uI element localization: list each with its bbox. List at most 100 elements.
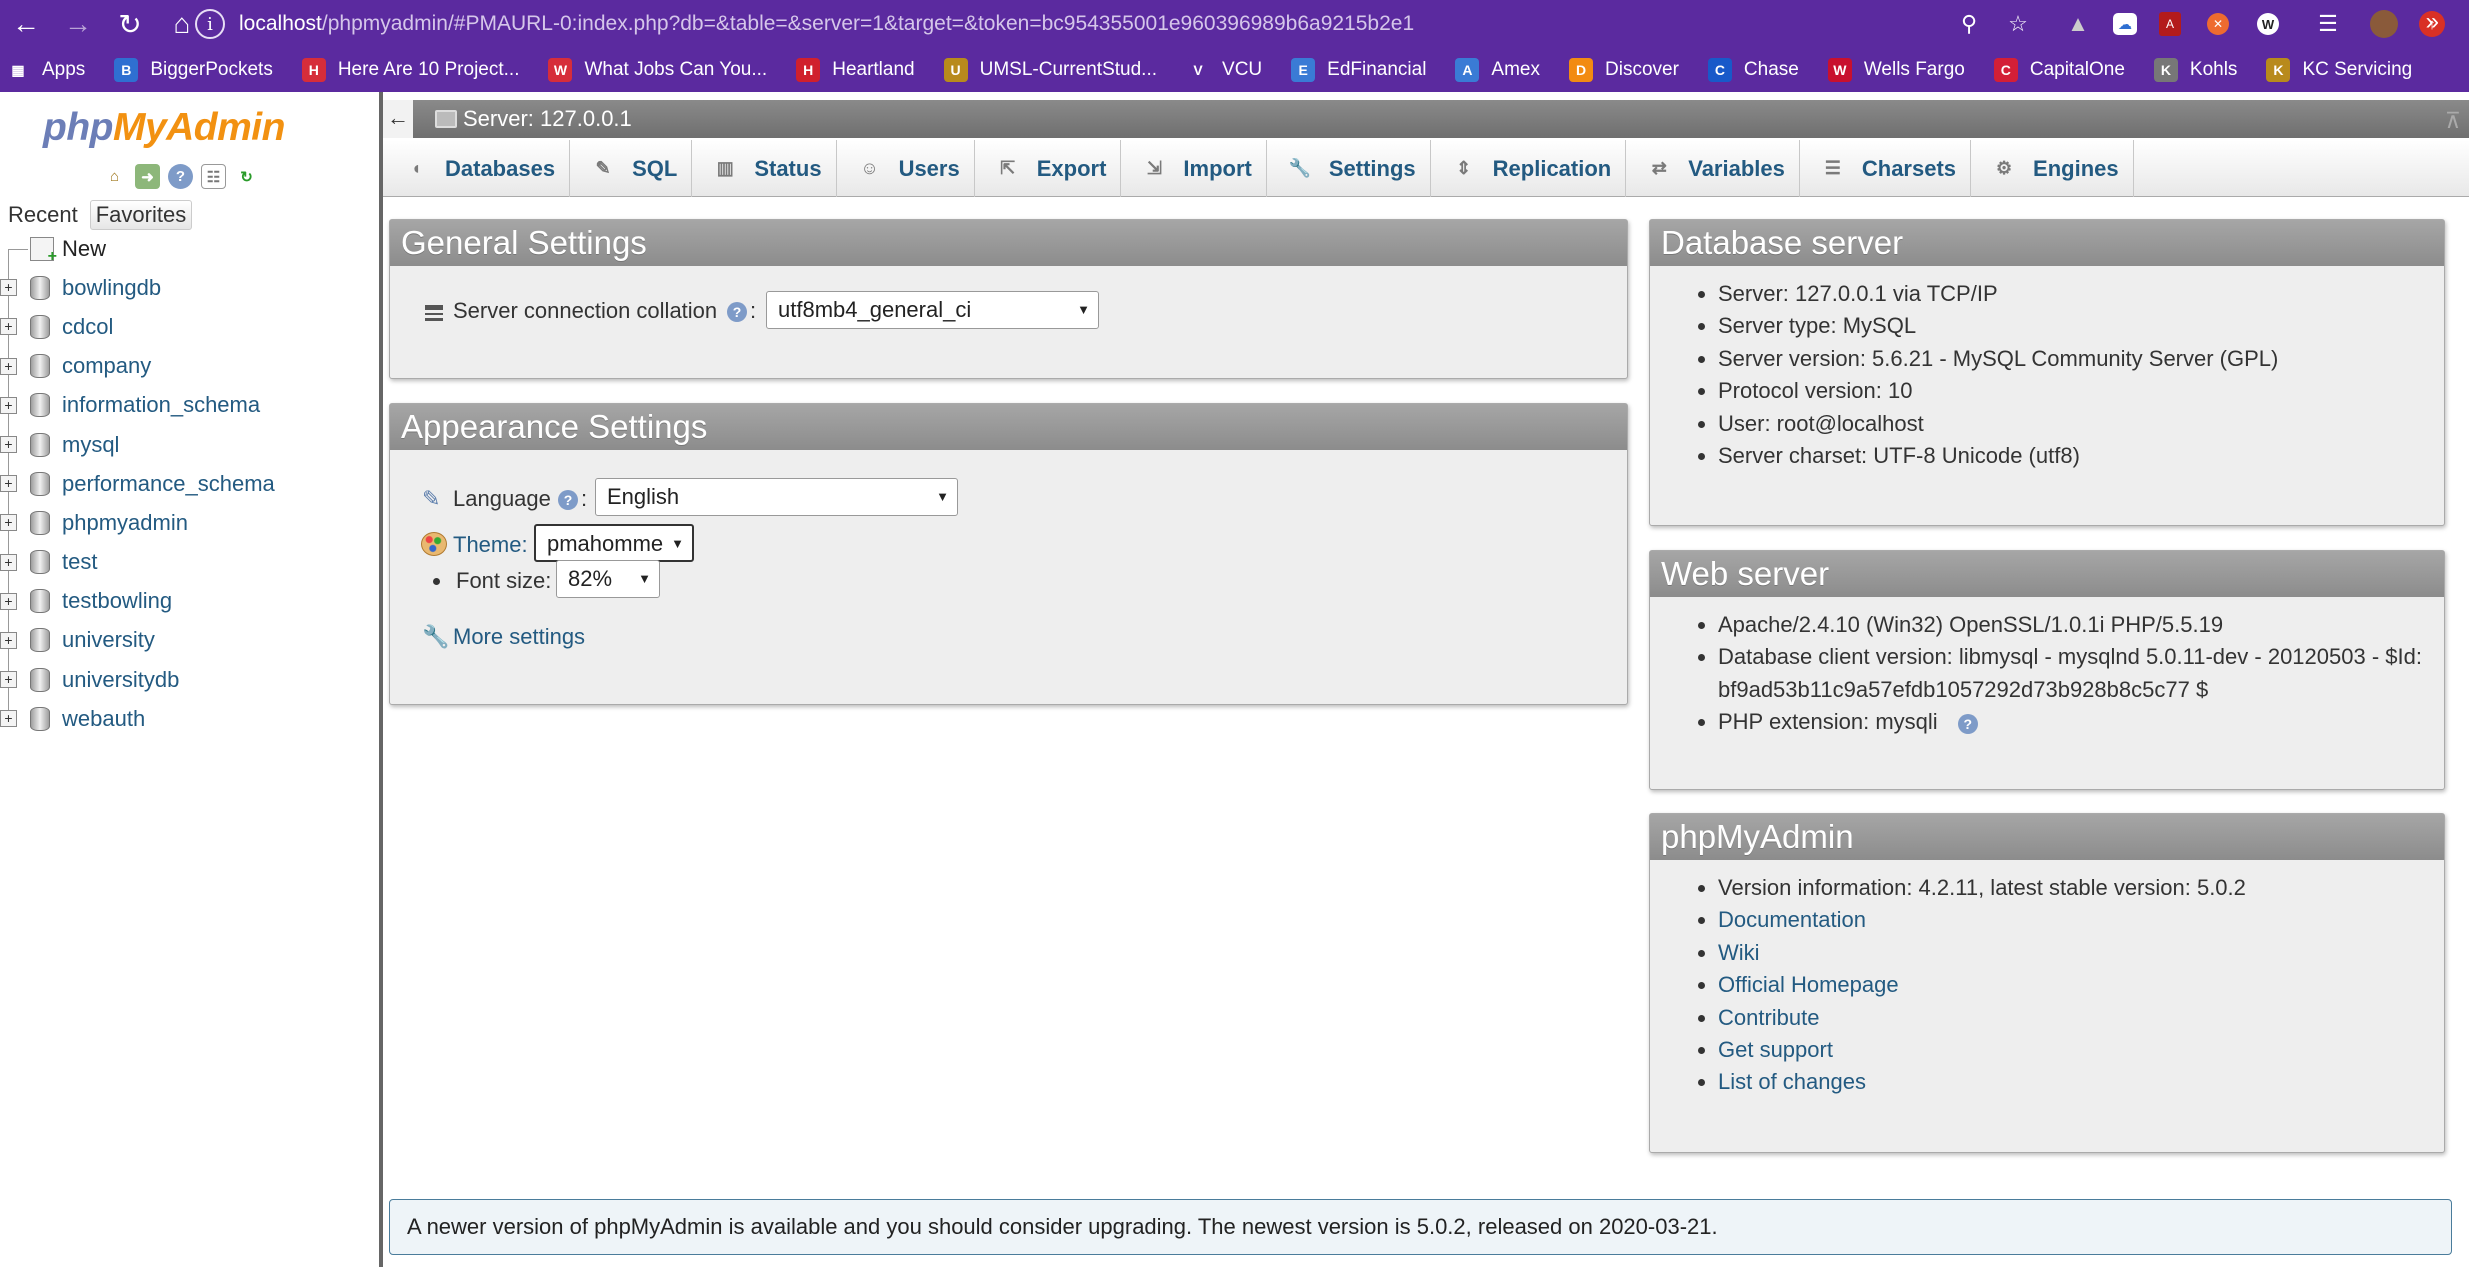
bookmark-here-are-10-project[interactable]: H Here Are 10 Project... <box>301 58 519 82</box>
more-settings-link[interactable]: More settings <box>453 624 585 650</box>
tree-item-label[interactable]: test <box>62 549 97 575</box>
help-icon[interactable]: ? <box>727 302 747 322</box>
tab-databases[interactable]: ◖ Databases <box>383 140 571 197</box>
expand-icon[interactable]: + <box>0 592 17 610</box>
expand-icon[interactable]: + <box>0 396 17 414</box>
cloud-extension-icon[interactable]: ☁ <box>2111 10 2139 38</box>
contribute-link[interactable]: Contribute <box>1718 1005 1820 1030</box>
bookmarks-more-button[interactable]: » <box>2426 0 2439 44</box>
theme-link[interactable]: Theme: <box>453 532 528 558</box>
bookmark-amex[interactable]: A Amex <box>1455 58 1540 82</box>
tab-charsets[interactable]: ☰ Charsets <box>1800 140 1972 197</box>
collation-select[interactable]: utf8mb4_general_ci ▼ <box>766 291 1099 329</box>
font-size-select[interactable]: 82% ▼ <box>556 560 660 598</box>
wiki-link[interactable]: Wiki <box>1718 940 1760 965</box>
expand-icon[interactable]: + <box>0 279 17 297</box>
tree-item-phpmyadmin[interactable]: + phpmyadmin <box>0 503 380 543</box>
tab-replication[interactable]: ⇕ Replication <box>1431 140 1627 197</box>
bookmark-apps[interactable]: ▦ Apps <box>6 58 85 82</box>
theme-select[interactable]: pmahomme ▼ <box>534 524 694 562</box>
help-icon[interactable]: ? <box>558 490 578 510</box>
url-text[interactable]: localhost/phpmyadmin/#PMAURL-0:index.php… <box>239 12 1414 36</box>
recent-tab[interactable]: Recent <box>2 200 84 230</box>
bookmark-kohls[interactable]: K Kohls <box>2153 58 2237 82</box>
tree-item-label[interactable]: New <box>62 236 106 262</box>
favorites-tab[interactable]: Favorites <box>89 200 193 230</box>
bookmark-star-icon[interactable]: ☆ <box>2004 10 2032 38</box>
tree-item-performance-schema[interactable]: + performance_schema <box>0 464 380 504</box>
language-select[interactable]: English ▼ <box>595 478 958 516</box>
bookmark-vcu[interactable]: V VCU <box>1186 58 1262 82</box>
forward-arrow-icon[interactable]: → <box>52 0 104 48</box>
expand-icon[interactable]: + <box>0 514 17 532</box>
tree-item-university[interactable]: + university <box>0 620 380 661</box>
tree-item-test[interactable]: + test <box>0 542 380 582</box>
bookmark-edfinancial[interactable]: E EdFinancial <box>1291 58 1426 82</box>
tree-item-label[interactable]: phpmyadmin <box>62 510 188 536</box>
tree-item-label[interactable]: company <box>62 353 151 379</box>
tree-item-label[interactable]: universitydb <box>62 667 179 693</box>
server-breadcrumb[interactable]: Server: 127.0.0.1 <box>435 106 632 132</box>
back-arrow-icon[interactable]: ← <box>0 0 52 48</box>
bookmark-discover[interactable]: D Discover <box>1569 58 1679 82</box>
tree-item-label[interactable]: performance_schema <box>62 471 275 497</box>
expand-icon[interactable]: + <box>0 710 17 728</box>
tab-sql[interactable]: ✎ SQL <box>570 140 693 197</box>
official-homepage-link[interactable]: Official Homepage <box>1718 972 1899 997</box>
expand-icon[interactable]: + <box>0 631 17 649</box>
bookmark-capitalone[interactable]: C CapitalOne <box>1993 58 2125 82</box>
home-icon[interactable]: ⌂ <box>102 164 127 189</box>
address-bar[interactable]: i localhost/phpmyadmin/#PMAURL-0:index.p… <box>195 6 2015 42</box>
expand-icon[interactable]: + <box>0 436 17 454</box>
reload-icon[interactable]: ↻ <box>104 0 156 48</box>
tree-item-information-schema[interactable]: + information_schema <box>0 385 380 425</box>
expand-icon[interactable]: + <box>0 357 17 375</box>
drive-extension-icon[interactable]: ▲ <box>2064 10 2092 38</box>
profile-avatar[interactable] <box>2370 10 2398 38</box>
bookmark-wells-fargo[interactable]: W Wells Fargo <box>1827 58 1965 82</box>
tree-item-testbowling[interactable]: + testbowling <box>0 581 380 621</box>
tree-item-webauth[interactable]: + webauth <box>0 699 380 738</box>
navigation-resizer[interactable] <box>379 92 383 1267</box>
bookmark-heartland[interactable]: H Heartland <box>796 58 915 82</box>
tree-item-cdcol[interactable]: + cdcol <box>0 307 380 347</box>
tree-item-label[interactable]: bowlingdb <box>62 275 161 301</box>
tree-item-label[interactable]: university <box>62 627 155 653</box>
tree-item-label[interactable]: testbowling <box>62 588 172 614</box>
extension-icon[interactable]: ✕ <box>2204 10 2232 38</box>
tab-engines[interactable]: ⚙ Engines <box>1971 140 2134 197</box>
expand-icon[interactable]: + <box>0 553 17 571</box>
bookmark-umsl-currentstud[interactable]: U UMSL-CurrentStud... <box>943 58 1157 82</box>
tree-item-label[interactable]: information_schema <box>62 392 260 418</box>
tree-item-universitydb[interactable]: + universitydb <box>0 660 380 700</box>
help-icon[interactable]: ? <box>168 164 193 189</box>
scroll-top-icon[interactable]: ⊼ <box>2445 108 2461 134</box>
phpmyadmin-logo[interactable]: phpMyAdmin <box>43 106 285 150</box>
reading-list-icon[interactable]: ☰ <box>2314 10 2342 38</box>
bookmark-what-jobs-can-you[interactable]: W What Jobs Can You... <box>548 58 767 82</box>
bookmark-biggerpockets[interactable]: B BiggerPockets <box>114 58 273 82</box>
tree-item-bowlingdb[interactable]: + bowlingdb <box>0 268 380 308</box>
expand-icon[interactable]: + <box>0 671 17 689</box>
list-of-changes-link[interactable]: List of changes <box>1718 1069 1866 1094</box>
tree-item-new[interactable]: New <box>0 229 380 269</box>
zoom-icon[interactable]: ⚲ <box>1955 10 1983 38</box>
site-info-icon[interactable]: i <box>195 9 225 39</box>
help-icon[interactable]: ? <box>1957 714 1978 735</box>
logout-icon[interactable]: ➜ <box>135 164 160 189</box>
expand-icon[interactable]: + <box>0 318 17 336</box>
tab-settings[interactable]: 🔧 Settings <box>1267 140 1431 197</box>
tab-import[interactable]: ⇲ Import <box>1121 140 1267 197</box>
pdf-extension-icon[interactable]: A <box>2156 10 2184 38</box>
wikipedia-extension-icon[interactable]: W <box>2254 10 2282 38</box>
tree-item-company[interactable]: + company <box>0 346 380 386</box>
tab-export[interactable]: ⇱ Export <box>975 140 1122 197</box>
tree-item-label[interactable]: webauth <box>62 706 145 732</box>
get-support-link[interactable]: Get support <box>1718 1037 1833 1062</box>
documentation-icon[interactable]: ☷ <box>201 164 226 189</box>
expand-icon[interactable]: + <box>0 475 17 493</box>
tree-item-mysql[interactable]: + mysql <box>0 424 380 465</box>
documentation-link[interactable]: Documentation <box>1718 907 1866 932</box>
tree-item-label[interactable]: cdcol <box>62 314 113 340</box>
tab-variables[interactable]: ⇄ Variables <box>1626 140 1800 197</box>
